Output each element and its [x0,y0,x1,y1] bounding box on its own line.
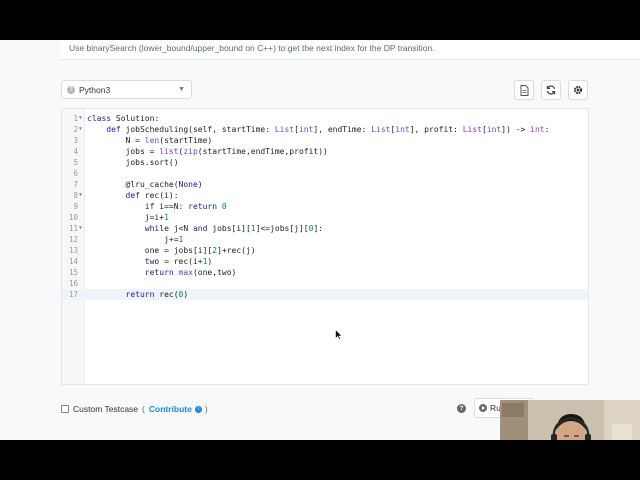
code-text: j+=1 [87,235,184,244]
code-line[interactable]: 10 j=i+1 [62,212,588,223]
line-number: 14 [68,257,78,266]
code-text: N = len(startTime) [87,136,213,145]
line-number: 15 [68,268,78,277]
line-number: 12 [68,235,78,244]
code-text: two = rec(i+1) [87,257,213,266]
code-text: @lru_cache(None) [87,180,203,189]
fold-arrow-icon[interactable]: ▼ [79,190,82,201]
language-select[interactable]: ? Python3 ▼ [61,80,192,99]
code-line[interactable]: 7 @lru_cache(None) [62,179,588,190]
line-number: 17 [68,290,78,299]
file-icon [520,84,528,96]
line-number: 11 [68,224,78,233]
code-line[interactable]: 14 two = rec(i+1) [62,256,588,267]
line-number: 10 [68,213,78,222]
fold-arrow-icon[interactable]: ▼ [79,113,82,124]
code-line[interactable]: 11 ▼ while j<N and jobs[i][1]<=jobs[j][0]… [62,223,588,234]
refresh-icon [546,85,556,95]
line-number: 7 [73,180,78,189]
webcam-overlay [500,400,640,440]
presenter-video-frame [500,400,640,440]
code-text: class Solution: [87,114,160,123]
reset-code-button[interactable] [541,80,561,100]
code-line[interactable]: 8 ▼ def rec(i): [62,190,588,201]
leetcode-page: Use binarySearch (lower_bound/upper_boun… [0,40,640,440]
chevron-down-icon: ▼ [178,86,185,93]
code-line[interactable]: 1 ▼ class Solution: [62,113,588,124]
settings-button[interactable] [568,80,588,100]
code-lines[interactable]: 1 ▼ class Solution: 2 ▼ def jobScheduling(se… [62,113,588,300]
code-editor[interactable]: 1 ▼ class Solution: 2 ▼ def jobScheduling(se… [61,108,589,385]
bottom-letterbox [0,440,640,480]
line-number: 2 [73,125,78,134]
editor-footer: Custom Testcase ( Contribute i ) [61,402,511,416]
code-line[interactable]: 15 return max(one,two) [62,267,588,278]
line-number: 16 [68,279,78,288]
code-text: jobs = list(zip(startTime,endTime,profit… [87,147,328,156]
code-line[interactable]: 4 jobs = list(zip(startTime,endTime,prof… [62,146,588,157]
file-button[interactable] [514,80,534,100]
top-letterbox [0,0,640,40]
line-number: 13 [68,246,78,255]
code-line[interactable]: 12 j+=1 [62,234,588,245]
gear-icon [573,85,583,95]
line-number: 4 [73,147,78,156]
code-text: if i==N: return 0 [144,202,227,211]
help-icon: ? [67,85,75,94]
code-text: jobs.sort() [87,158,179,167]
code-text: while j<N and jobs[i][1]<=jobs[j][0]: [144,224,324,233]
question-icon[interactable]: ? [457,404,466,413]
mouse-cursor [335,327,343,345]
info-icon[interactable]: i [194,405,202,413]
line-number: 9 [73,202,78,211]
fold-arrow-icon[interactable]: ▼ [79,223,82,234]
line-number: 5 [73,158,78,167]
contribute-close-paren: ) [204,404,208,414]
code-text: def jobScheduling(self, startTime: List[… [106,125,550,134]
code-line[interactable]: 9 if i==N: return 0 [62,201,588,212]
code-text: one = jobs[i][2]+rec(j) [87,246,256,255]
language-select-value: Python3 [79,84,111,95]
code-line[interactable]: 16 [62,278,588,289]
play-icon [479,404,487,412]
hint-text: Use binarySearch (lower_bound/upper_boun… [60,40,640,60]
code-line[interactable]: 2 ▼ def jobScheduling(self, startTime: Li… [62,124,588,135]
code-line[interactable]: 5 jobs.sort() [62,157,588,168]
code-line[interactable]: 3 N = len(startTime) [62,135,588,146]
custom-testcase-checkbox[interactable] [61,405,69,413]
code-text: return max(one,two) [144,268,237,277]
fold-arrow-icon[interactable]: ▼ [79,124,82,135]
code-line[interactable]: 17 return rec(0) [62,289,588,300]
code-line[interactable]: 6 [62,168,588,179]
code-text: j=i+1 [87,213,169,222]
contribute-link[interactable]: Contribute [149,404,192,414]
contribute-open-paren: ( [142,404,145,414]
code-text: return rec(0) [125,290,189,299]
code-line[interactable]: 13 one = jobs[i][2]+rec(j) [62,245,588,256]
line-number: 8 [73,191,78,200]
line-number: 6 [73,169,78,178]
code-text: def rec(i): [125,191,179,200]
line-number: 1 [73,114,78,123]
line-number: 3 [73,136,78,145]
custom-testcase-label[interactable]: Custom Testcase [73,404,138,414]
